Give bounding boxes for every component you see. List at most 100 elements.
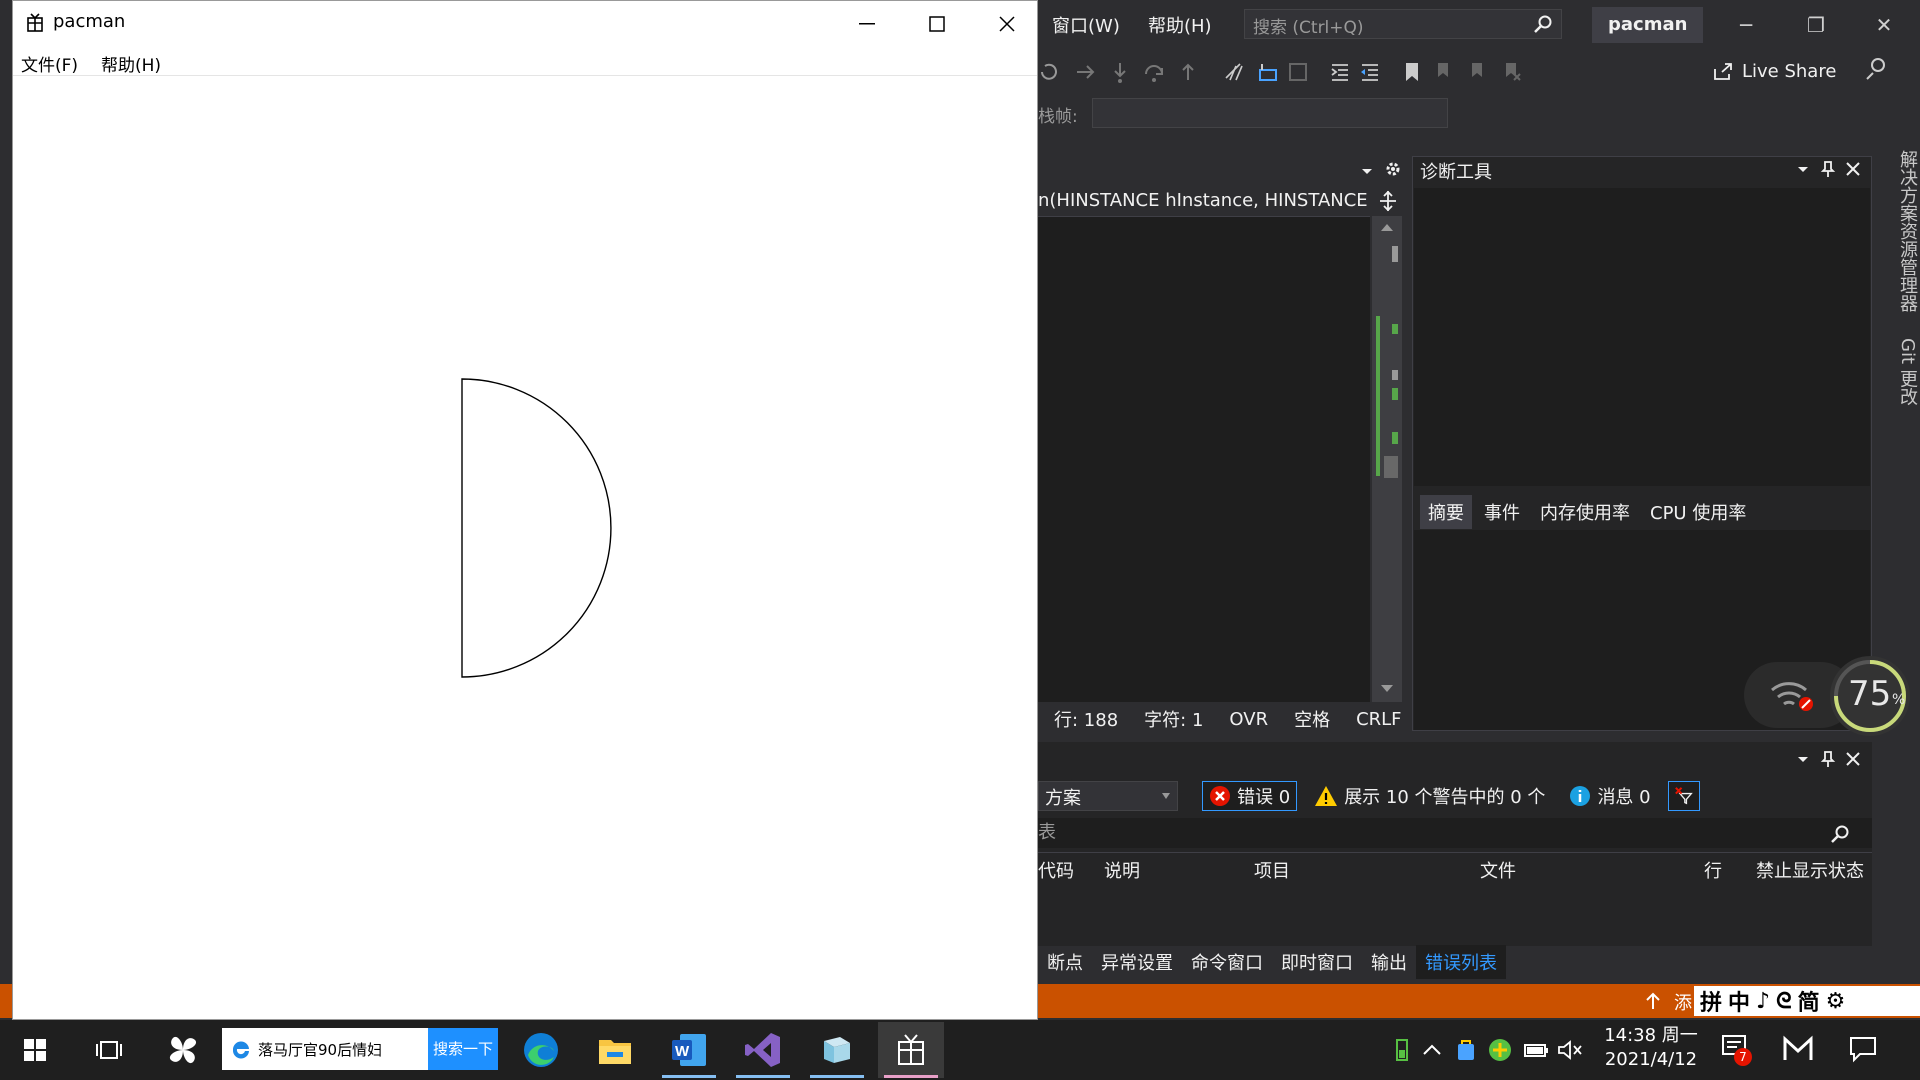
column-file[interactable]: 文件 xyxy=(1480,857,1516,883)
ime-chinese-mode[interactable]: 中 xyxy=(1728,985,1750,1017)
vs-minimize-button[interactable]: ─ xyxy=(1724,10,1768,40)
tab-events[interactable]: 事件 xyxy=(1476,495,1528,529)
security-tray-icon[interactable] xyxy=(1452,1036,1480,1064)
volume-muted-icon[interactable] xyxy=(1556,1036,1584,1064)
battery-icon[interactable] xyxy=(1522,1036,1550,1064)
step-out-icon[interactable] xyxy=(1176,60,1200,84)
chevron-up-icon[interactable] xyxy=(1418,1036,1446,1064)
tab-immediate-window[interactable]: 即时窗口 xyxy=(1272,945,1362,979)
pin-icon[interactable] xyxy=(1820,750,1836,768)
battery-charging-icon[interactable] xyxy=(1388,1036,1416,1064)
clear-filter-button[interactable] xyxy=(1667,781,1700,811)
code-editor[interactable] xyxy=(1038,186,1370,706)
ime-music[interactable]: ♪ xyxy=(1756,989,1770,1014)
arrow-up-icon[interactable] xyxy=(1644,992,1662,1010)
tab-command-window[interactable]: 命令窗口 xyxy=(1182,945,1272,979)
pacman-close-button[interactable] xyxy=(979,7,1035,41)
taskbar-word[interactable]: W xyxy=(656,1022,722,1078)
dropdown-arrow-icon[interactable] xyxy=(1360,164,1374,178)
search-icon[interactable] xyxy=(1830,824,1850,844)
side-tab-git-changes[interactable]: Git 更改 xyxy=(1894,338,1920,406)
menu-window[interactable]: 窗口(W) xyxy=(1052,12,1120,38)
scroll-thumb[interactable] xyxy=(1384,456,1398,478)
outdent-icon[interactable] xyxy=(1358,60,1382,84)
dropdown-arrow-icon[interactable] xyxy=(1796,752,1810,766)
pin-icon[interactable] xyxy=(1820,160,1836,178)
whitespace-indicator[interactable]: 空格 xyxy=(1294,706,1330,732)
pacman-minimize-button[interactable] xyxy=(839,7,895,41)
line-indicator[interactable]: 行: 188 xyxy=(1054,706,1118,732)
menu-help[interactable]: 帮助(H) xyxy=(1148,12,1212,38)
show-next-statement-icon[interactable] xyxy=(1074,60,1098,84)
tab-cpu-usage[interactable]: CPU 使用率 xyxy=(1642,495,1754,529)
taskbar-visual-studio[interactable] xyxy=(730,1022,796,1078)
dropdown-arrow-icon[interactable] xyxy=(1796,162,1810,176)
parallel-stacks-icon[interactable] xyxy=(1286,60,1310,84)
bookmark-icon[interactable] xyxy=(1400,60,1424,84)
next-bookmark-icon[interactable] xyxy=(1466,60,1490,84)
plus-tray-icon[interactable] xyxy=(1486,1036,1514,1064)
start-button[interactable] xyxy=(2,1022,68,1078)
ime-simplified[interactable]: 简 xyxy=(1798,985,1820,1017)
taskbar-file-explorer[interactable] xyxy=(582,1022,648,1078)
hot-reload-icon[interactable] xyxy=(1222,60,1246,84)
tab-exception-settings[interactable]: 异常设置 xyxy=(1092,945,1182,979)
warnings-filter-button[interactable]: 展示 10 个警告中的 0 个 xyxy=(1307,781,1552,811)
close-icon[interactable] xyxy=(1846,162,1860,176)
column-suppression-state[interactable]: 禁止显示状态 xyxy=(1756,857,1864,883)
ime-pinyin[interactable]: 拼 xyxy=(1700,985,1722,1017)
pacman-maximize-button[interactable] xyxy=(909,7,965,41)
column-description[interactable]: 说明 xyxy=(1104,857,1140,883)
task-view-button[interactable] xyxy=(76,1022,142,1078)
side-tab-solution-explorer[interactable]: 解决方案资源管理器 xyxy=(1897,150,1918,312)
line-ending-indicator[interactable]: CRLF xyxy=(1356,709,1401,730)
tab-error-list[interactable]: 错误列表 xyxy=(1416,945,1506,979)
stack-frame-dropdown[interactable] xyxy=(1092,98,1448,128)
gear-icon[interactable] xyxy=(1384,160,1402,178)
taskbar-pacman[interactable] xyxy=(878,1022,944,1078)
step-into-icon[interactable] xyxy=(1108,60,1132,84)
taskbar-search-button[interactable]: 搜索一下 xyxy=(428,1028,498,1070)
taskbar-search-box[interactable]: 落马厅官90后情妇 xyxy=(222,1028,428,1070)
ime-punctuation[interactable]: ᘓ xyxy=(1776,989,1792,1014)
performance-meter[interactable]: 75 % xyxy=(1830,656,1910,736)
vs-restore-button[interactable]: ❐ xyxy=(1794,10,1838,40)
step-over-icon[interactable] xyxy=(1142,60,1166,84)
action-center-icon[interactable] xyxy=(1848,1034,1878,1064)
close-icon[interactable] xyxy=(1846,752,1860,766)
messages-filter-button[interactable]: 消息 0 xyxy=(1562,781,1657,811)
scope-dropdown[interactable]: 方案 xyxy=(1038,781,1178,811)
tab-output[interactable]: 输出 xyxy=(1362,945,1416,979)
mail-app-icon[interactable] xyxy=(1782,1034,1814,1064)
menu-help[interactable]: 帮助(H) xyxy=(101,51,161,76)
feedback-icon[interactable] xyxy=(1864,56,1890,82)
pinned-app-fan[interactable] xyxy=(150,1022,216,1078)
scroll-up-icon[interactable] xyxy=(1380,222,1394,232)
clear-bookmarks-icon[interactable] xyxy=(1500,60,1524,84)
live-share-button[interactable]: Live Share xyxy=(1712,60,1836,82)
editor-scrollbar[interactable] xyxy=(1372,216,1402,706)
threads-icon[interactable] xyxy=(1256,60,1280,84)
ime-settings[interactable]: ⚙ xyxy=(1826,989,1846,1014)
tab-memory-usage[interactable]: 内存使用率 xyxy=(1532,495,1638,529)
tab-breakpoints[interactable]: 断点 xyxy=(1038,945,1092,979)
notifications-button[interactable]: 7 xyxy=(1720,1032,1754,1066)
error-list-search[interactable]: 表 xyxy=(1038,818,1872,848)
vs-close-button[interactable]: ✕ xyxy=(1862,10,1906,40)
errors-filter-button[interactable]: 错误 0 xyxy=(1202,781,1298,811)
taskbar-app-cube[interactable] xyxy=(804,1022,870,1078)
taskbar-edge[interactable] xyxy=(508,1022,574,1078)
overwrite-indicator[interactable]: OVR xyxy=(1229,709,1268,730)
indent-icon[interactable] xyxy=(1328,60,1352,84)
scroll-down-icon[interactable] xyxy=(1380,684,1394,694)
taskbar-clock[interactable]: 14:38 周一 2021/4/12 xyxy=(1596,1024,1706,1072)
column-line[interactable]: 行 xyxy=(1704,857,1722,883)
char-indicator[interactable]: 字符: 1 xyxy=(1144,706,1203,732)
column-code[interactable]: 代码 xyxy=(1038,857,1074,883)
vs-search-box[interactable]: 搜索 (Ctrl+Q) xyxy=(1244,9,1562,39)
game-canvas[interactable] xyxy=(13,77,1037,1017)
menu-file[interactable]: 文件(F) xyxy=(21,51,78,76)
column-project[interactable]: 项目 xyxy=(1254,857,1290,883)
add-to-source-control[interactable]: 添 xyxy=(1674,989,1692,1015)
split-editor-icon[interactable] xyxy=(1378,190,1398,212)
